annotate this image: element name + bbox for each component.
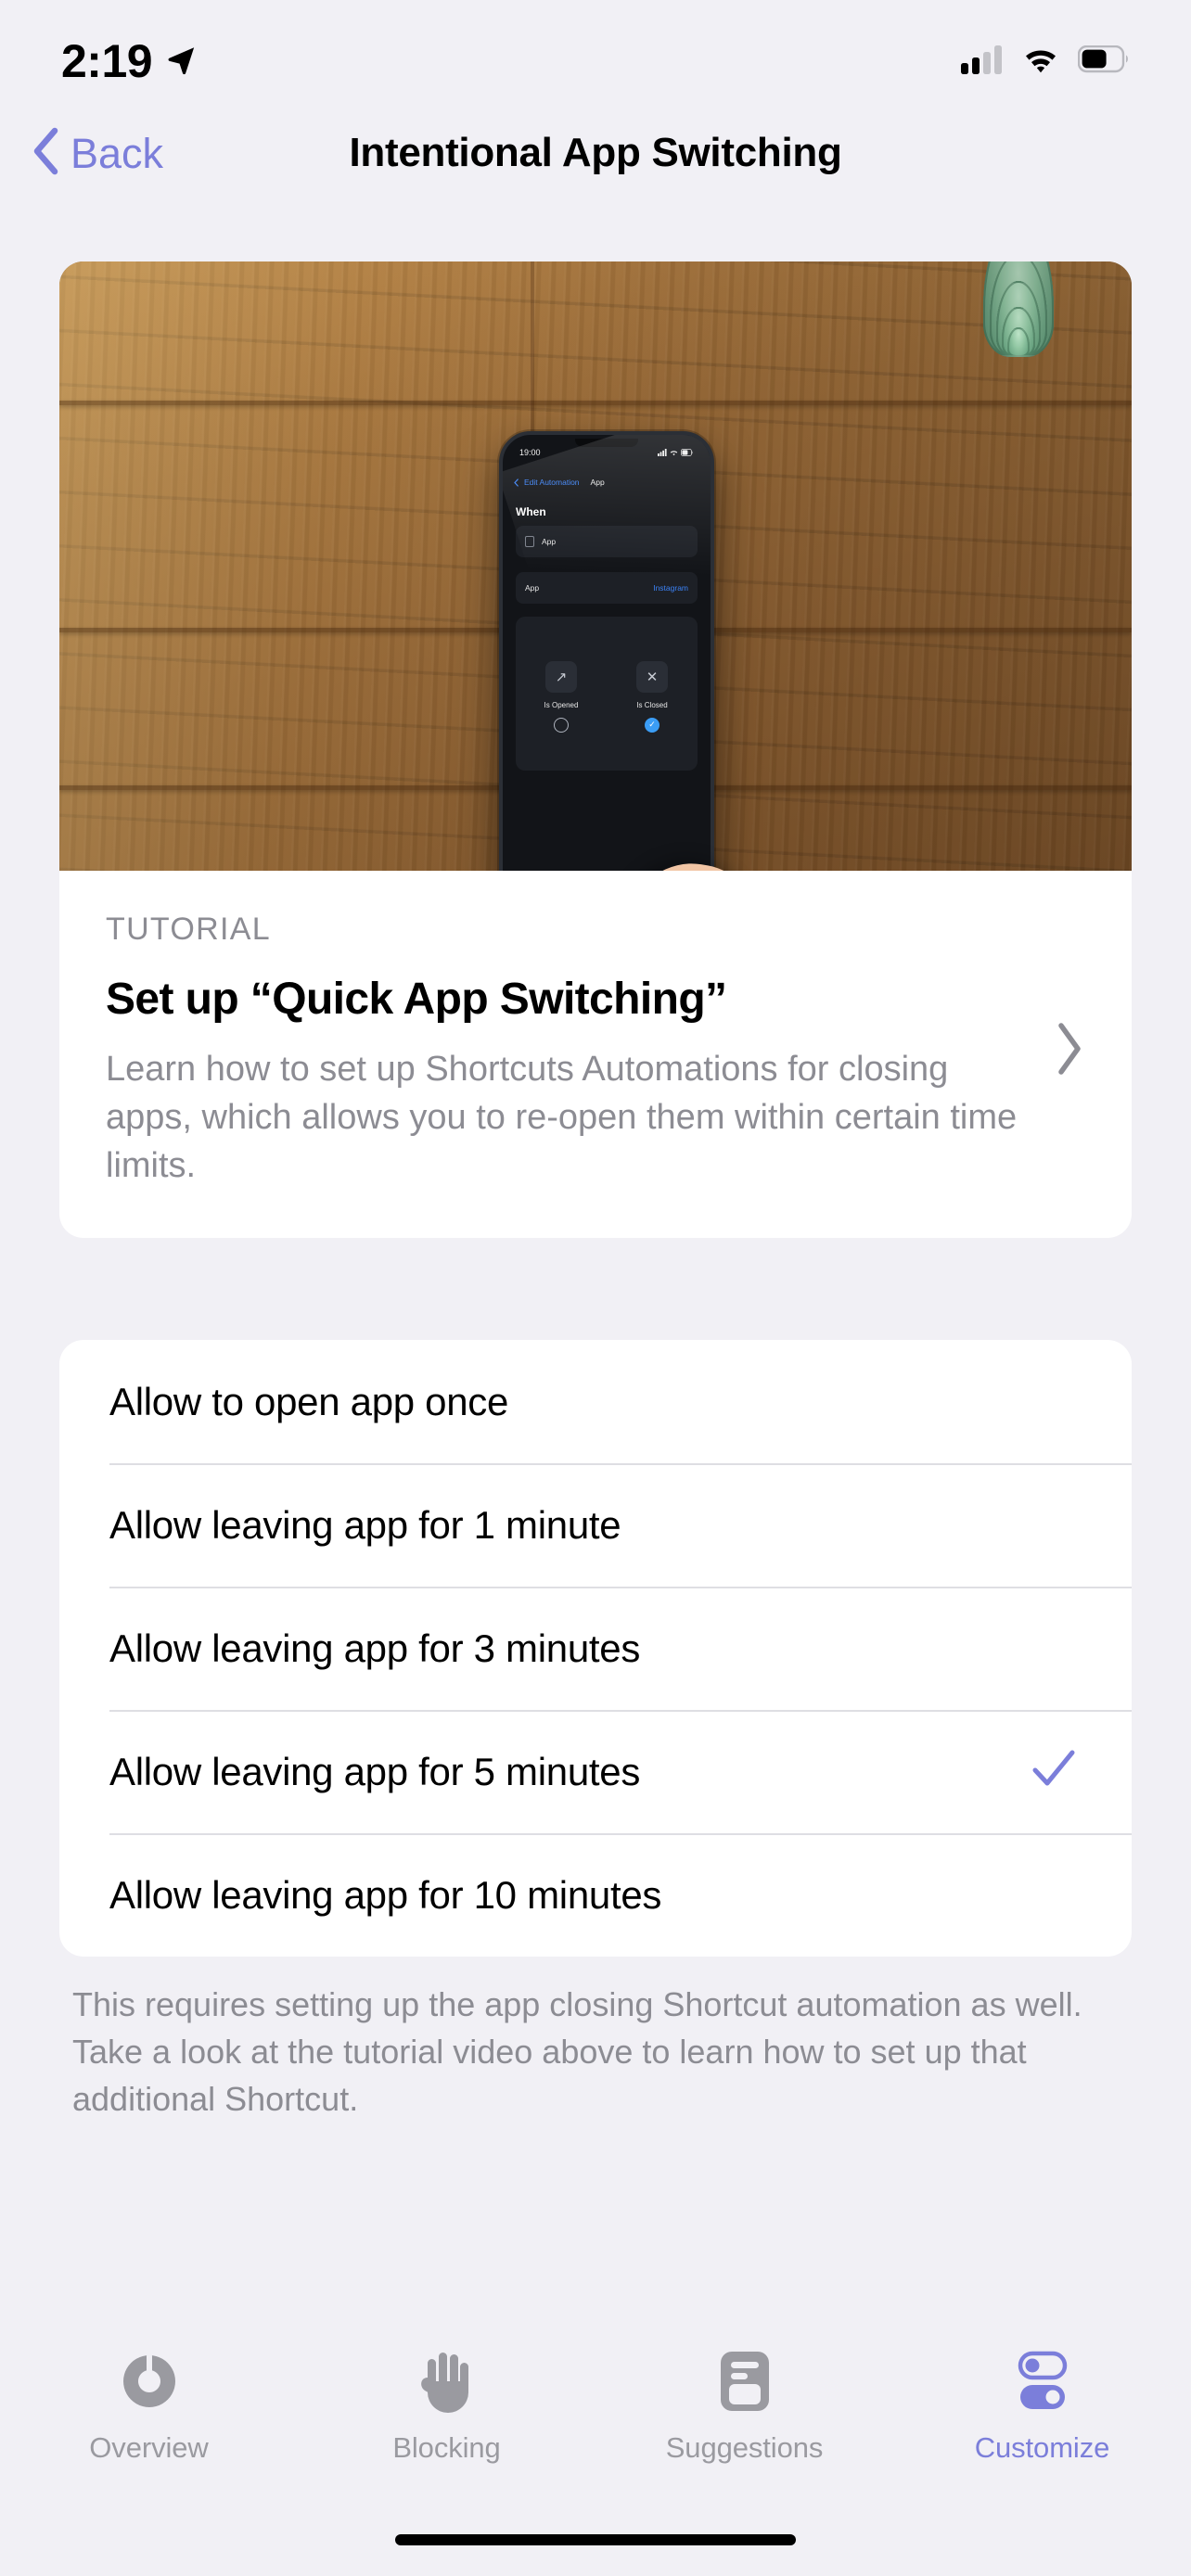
phone-app-select-row: App Instagram — [516, 572, 698, 604]
option-label: Allow leaving app for 1 minute — [109, 1502, 621, 1547]
toggles-icon — [1013, 2346, 1072, 2417]
hand-raised-icon — [418, 2346, 476, 2417]
tutorial-disclosure-button[interactable] — [1048, 1021, 1085, 1081]
tutorial-card[interactable]: 19:00 Edit Automation App When App App I… — [59, 261, 1132, 1239]
phone-section-heading: When — [516, 505, 546, 518]
phone-option-is-opened: ↗ Is Opened — [516, 617, 607, 771]
phone-status-bar: 19:00 — [503, 448, 711, 457]
succulent-plant — [870, 261, 1132, 510]
home-indicator — [395, 2534, 796, 2545]
status-bar: 2:19 — [0, 0, 1191, 102]
status-bar-left: 2:19 — [61, 38, 197, 84]
phone-notch — [575, 439, 638, 447]
options-list: Allow to open app once Allow leaving app … — [59, 1340, 1132, 1958]
option-row[interactable]: Allow leaving app for 10 minutes — [59, 1833, 1132, 1957]
option-label: Allow to open app once — [109, 1379, 509, 1423]
navigation-bar: Back Intentional App Switching — [0, 102, 1191, 204]
chevron-left-icon — [32, 127, 59, 180]
phone-nav-back-label: Edit Automation — [524, 478, 580, 487]
tab-suggestions[interactable]: Suggestions — [596, 2346, 893, 2465]
tutorial-card-text: TUTORIAL Set up “Quick App Switching” Le… — [106, 912, 1048, 1190]
location-arrow-icon — [165, 44, 197, 80]
phone-condition-panel: ↗ Is Opened ✕ Is Closed ✓ — [516, 617, 698, 771]
arrow-up-right-icon: ↗ — [545, 660, 577, 693]
phone-app-select-value: Instagram — [653, 583, 688, 593]
battery-icon — [1077, 45, 1130, 78]
tab-blocking[interactable]: Blocking — [298, 2346, 596, 2465]
option-label: Allow leaving app for 5 minutes — [109, 1749, 641, 1793]
tutorial-description: Learn how to set up Shortcuts Automation… — [106, 1050, 1018, 1186]
iphone-device: 19:00 Edit Automation App When App App I… — [499, 431, 714, 871]
option-label: Allow leaving app for 10 minutes — [109, 1872, 662, 1917]
phone-app-chip-icon — [525, 536, 534, 547]
tab-customize[interactable]: Customize — [893, 2346, 1191, 2465]
tab-bar: Overview Blocking Suggestions Customize — [0, 2327, 1191, 2504]
phone-trigger-label: App — [542, 537, 557, 546]
phone-nav-title: App — [590, 478, 605, 487]
scroll-content: 19:00 Edit Automation App When App App I… — [0, 204, 1191, 2327]
status-bar-clock: 2:19 — [61, 35, 153, 87]
phone-option-opened-radio — [554, 717, 569, 733]
phone-option-opened-label: Is Opened — [544, 700, 579, 709]
option-row[interactable]: Allow to open app once — [59, 1340, 1132, 1463]
tab-label: Overview — [89, 2431, 209, 2464]
status-bar-right — [961, 45, 1130, 79]
gauge-ring-icon — [120, 2346, 179, 2417]
wifi-icon — [1020, 45, 1061, 79]
phone-app-select-label: App — [525, 583, 540, 593]
option-row[interactable]: Allow leaving app for 1 minute — [59, 1463, 1132, 1587]
tutorial-title: Set up “Quick App Switching” — [106, 975, 727, 1024]
phone-option-is-closed: ✕ Is Closed ✓ — [607, 617, 698, 771]
phone-option-closed-radio: ✓ — [645, 717, 660, 733]
options-footer-note: This requires setting up the app closing… — [72, 1985, 1082, 2119]
tutorial-card-body: TUTORIAL Set up “Quick App Switching” Le… — [59, 871, 1132, 1238]
phone-nav-row: Edit Automation App — [503, 478, 711, 487]
tab-overview[interactable]: Overview — [0, 2346, 298, 2465]
chevron-right-icon — [1054, 1021, 1085, 1081]
option-label: Allow leaving app for 3 minutes — [109, 1626, 641, 1670]
page-title: Intentional App Switching — [349, 130, 842, 175]
option-row[interactable]: Allow leaving app for 5 minutes — [59, 1710, 1132, 1833]
tab-label: Customize — [974, 2431, 1110, 2464]
phone-status-icons — [658, 448, 694, 457]
tutorial-hero-image[interactable]: 19:00 Edit Automation App When App App I… — [59, 261, 1132, 871]
option-row[interactable]: Allow leaving app for 3 minutes — [59, 1587, 1132, 1710]
card-list-icon — [719, 2346, 771, 2417]
back-button[interactable]: Back — [32, 127, 163, 180]
close-x-icon: ✕ — [636, 660, 668, 693]
checkmark-icon — [1030, 1745, 1082, 1798]
phone-option-closed-label: Is Closed — [636, 700, 668, 709]
home-indicator-area — [0, 2504, 1191, 2576]
tutorial-kicker: TUTORIAL — [106, 912, 271, 947]
cellular-signal-icon — [961, 45, 1004, 79]
tab-label: Suggestions — [665, 2431, 824, 2464]
phone-status-time: 19:00 — [519, 448, 541, 457]
app-screen: 2:19 Back Intentional App Switching 19:0… — [0, 0, 1191, 2576]
phone-trigger-row: App — [516, 526, 698, 557]
back-button-label: Back — [70, 129, 164, 177]
tab-label: Blocking — [392, 2431, 501, 2464]
